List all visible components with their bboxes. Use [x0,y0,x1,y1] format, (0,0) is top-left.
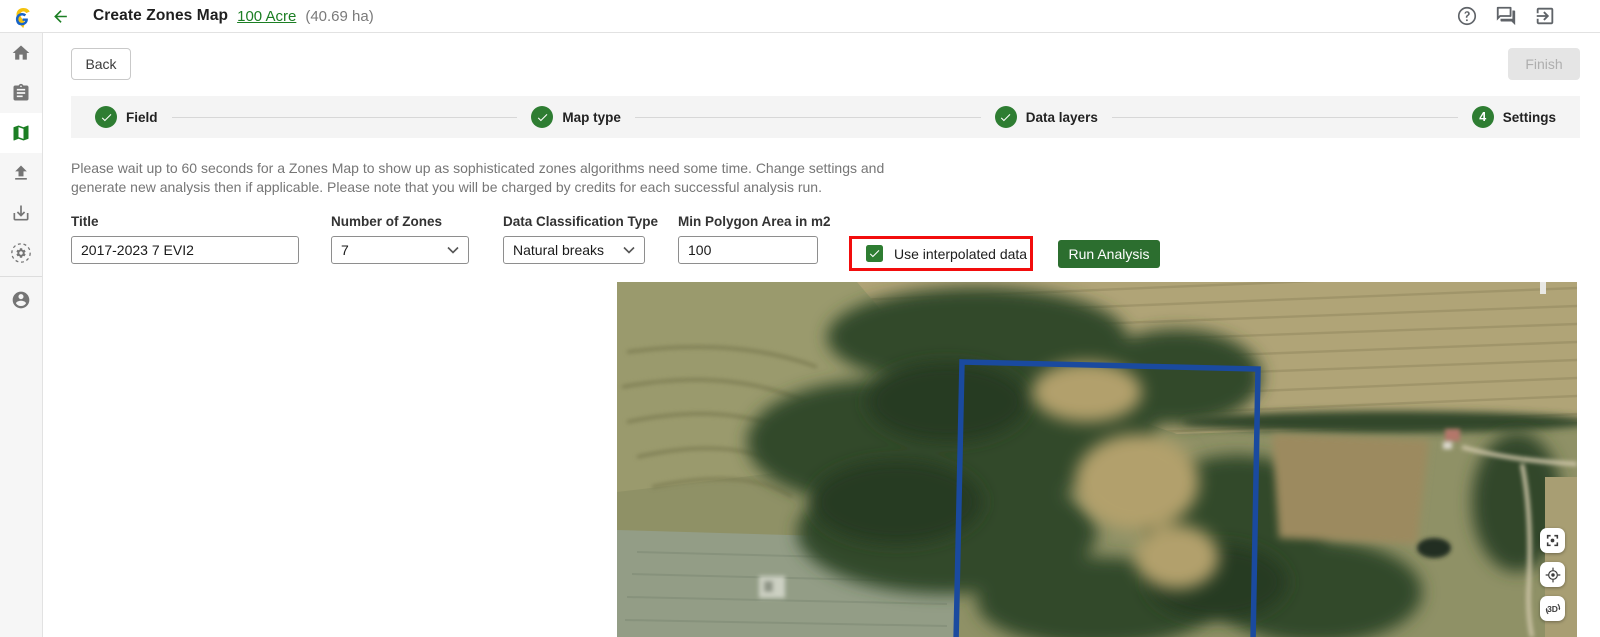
center-map-button[interactable] [1540,528,1565,553]
map-controls: 3D [1540,528,1565,621]
left-nav-sidebar [0,33,43,637]
min-polygon-area-label: Min Polygon Area in m2 [678,214,818,229]
wizard-stepper: Field Map type Data layers 4 Settings [71,96,1580,138]
use-interpolated-data-highlight-box: Use interpolated data [849,236,1033,271]
chevron-down-icon [447,246,459,254]
three-d-label: 3D [1547,604,1558,614]
step-done-check-icon [995,106,1017,128]
zones-field-group: Number of Zones 7 [331,214,469,264]
top-bar: Create Zones Map 100 Acre (40.69 ha) [0,0,1600,33]
step-number-badge: 4 [1472,106,1494,128]
title-label: Title [71,214,299,229]
min-polygon-area-input[interactable] [678,236,818,264]
satellite-imagery [617,282,1577,637]
logout-icon[interactable] [1534,5,1556,27]
checkmark-icon [868,247,881,260]
sidebar-item-home[interactable] [0,33,42,73]
number-of-zones-value: 7 [341,242,349,258]
data-classification-type-label: Data Classification Type [503,214,645,229]
field-area-label: (40.69 ha) [305,8,373,25]
my-location-icon [1545,567,1561,583]
step-data-layers[interactable]: Data layers [995,106,1098,128]
sidebar-item-zones-map[interactable] [0,113,42,153]
toggle-3d-button[interactable]: 3D [1540,596,1565,621]
my-location-button[interactable] [1540,562,1565,587]
back-arrow-icon[interactable] [51,7,70,26]
run-analysis-button[interactable]: Run Analysis [1058,240,1160,268]
instructions-text: Please wait up to 60 seconds for a Zones… [71,159,943,196]
min-polygon-area-field-group: Min Polygon Area in m2 [678,214,818,264]
chevron-down-icon [623,246,635,254]
clipboard-icon [11,83,31,103]
download-icon [11,203,31,223]
finish-button[interactable]: Finish [1508,48,1580,80]
top-bar-actions [1456,5,1556,27]
step-connector [172,117,518,118]
center-map-icon [1545,533,1560,548]
title-field-group: Title [71,214,299,264]
title-input[interactable] [71,236,299,264]
step-label: Field [126,110,158,125]
home-icon [11,43,31,63]
help-icon[interactable] [1456,5,1478,27]
step-connector [1112,117,1458,118]
sidebar-item-upload[interactable] [0,153,42,193]
upload-icon [11,163,31,183]
step-label: Data layers [1026,110,1098,125]
create-zones-map-page: Create Zones Map 100 Acre (40.69 ha) [0,0,1600,637]
step-done-check-icon [95,106,117,128]
geopard-logo-icon[interactable] [8,3,34,29]
sidebar-item-download[interactable] [0,193,42,233]
step-field[interactable]: Field [95,106,158,128]
use-interpolated-data-label: Use interpolated data [894,246,1027,262]
zones-map-icon [11,123,31,143]
account-icon [11,290,31,310]
use-interpolated-data-checkbox[interactable] [866,245,883,262]
satellite-map[interactable]: 3D [617,282,1577,637]
sidebar-item-tasks[interactable] [0,73,42,113]
step-label: Map type [562,110,621,125]
step-connector [635,117,981,118]
step-label: Settings [1503,110,1556,125]
data-classification-type-value: Natural breaks [513,242,604,258]
number-of-zones-label: Number of Zones [331,214,469,229]
sidebar-item-integrations[interactable] [0,233,42,273]
sidebar-divider [0,276,42,277]
page-title: Create Zones Map [93,7,228,25]
breadcrumb: Create Zones Map 100 Acre (40.69 ha) [93,0,374,32]
step-done-check-icon [531,106,553,128]
gear-dashed-icon [10,242,32,264]
number-of-zones-select[interactable]: 7 [331,236,469,264]
feedback-chat-icon[interactable] [1495,5,1517,27]
back-button[interactable]: Back [71,48,131,80]
classification-field-group: Data Classification Type Natural breaks [503,214,645,264]
step-settings-current[interactable]: 4 Settings [1472,106,1556,128]
data-classification-type-select[interactable]: Natural breaks [503,236,645,264]
field-name-link[interactable]: 100 Acre [237,8,296,25]
step-map-type[interactable]: Map type [531,106,621,128]
sidebar-item-account[interactable] [0,280,42,320]
